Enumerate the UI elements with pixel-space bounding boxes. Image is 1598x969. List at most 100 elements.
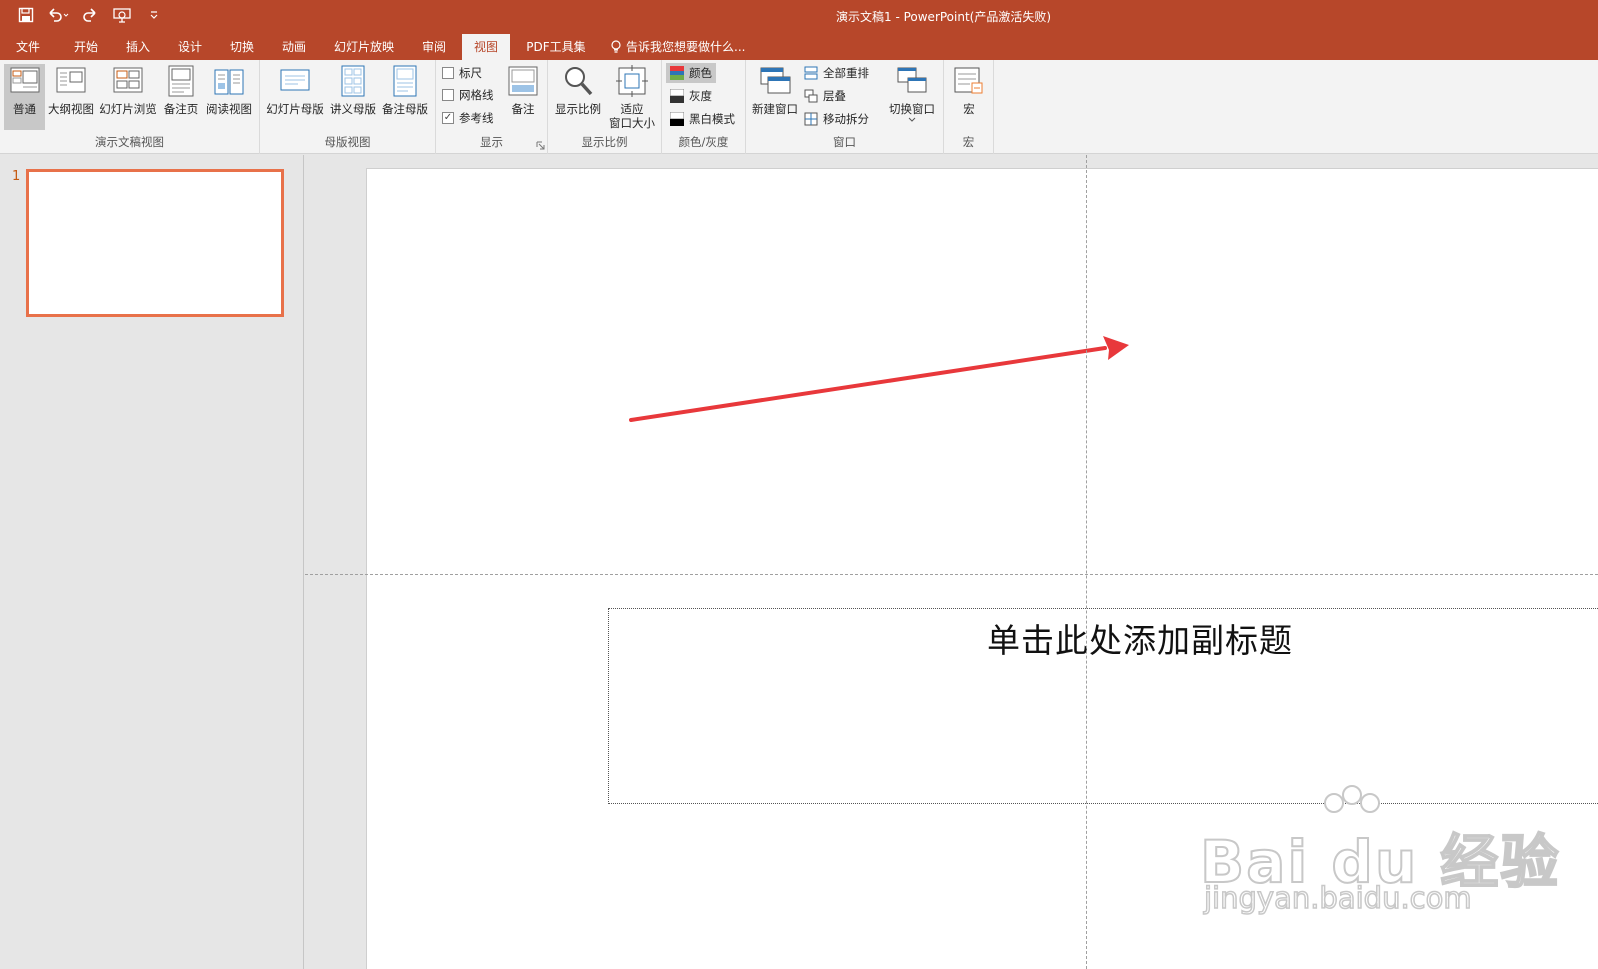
- notes-master-icon: [393, 65, 417, 97]
- move-split-icon: [804, 112, 818, 126]
- gridlines-check-box[interactable]: [442, 89, 454, 101]
- lightbulb-icon: [611, 40, 621, 53]
- fit-to-window-label-2: 窗口大小: [609, 116, 655, 130]
- normal-view-label: 普通: [13, 102, 36, 116]
- title-bar: 演示文稿1 - PowerPoint(产品激活失败): [0, 0, 1598, 32]
- notes-page-icon: [168, 65, 194, 97]
- handout-master-button[interactable]: 讲义母版: [328, 64, 378, 130]
- move-split-label: 移动拆分: [823, 112, 869, 126]
- slide-sorter-button[interactable]: 幻灯片浏览: [98, 64, 158, 130]
- switch-windows-label: 切换窗口: [889, 102, 935, 116]
- tab-pdf-tools[interactable]: PDF工具集: [520, 34, 592, 60]
- watermark-url: jingyan.baidu.com: [1203, 880, 1472, 916]
- ruler-label: 标尺: [459, 66, 482, 80]
- notes-page-button[interactable]: 备注页: [160, 64, 202, 130]
- color-label: 颜色: [689, 66, 712, 80]
- tab-animations[interactable]: 动画: [272, 34, 316, 60]
- horizontal-guide[interactable]: [305, 574, 1598, 575]
- group-label-show: 显示: [480, 135, 503, 149]
- tab-design[interactable]: 设计: [168, 34, 212, 60]
- zoom-button[interactable]: 显示比例: [552, 64, 604, 130]
- macros-label: 宏: [963, 102, 975, 116]
- group-window: 新建窗口 全部重排 层叠 移动拆分 切换窗口 窗口: [746, 60, 944, 154]
- customize-qat-icon[interactable]: [142, 4, 166, 26]
- subtitle-placeholder-text: 单击此处添加副标题: [987, 621, 1293, 660]
- color-swatch-icon: [670, 66, 684, 80]
- normal-view-button[interactable]: 普通: [4, 64, 45, 130]
- cascade-icon: [804, 89, 818, 103]
- arrange-all-label: 全部重排: [823, 66, 869, 80]
- tab-view[interactable]: 视图: [462, 34, 510, 60]
- notes-master-button[interactable]: 备注母版: [380, 64, 430, 130]
- guides-checkbox[interactable]: ✓ 参考线: [442, 108, 494, 128]
- slide-master-button[interactable]: 幻灯片母版: [264, 64, 326, 130]
- ribbon: 普通 大纲视图 幻灯片浏览 备注页 阅读视图 演示文稿视图 幻灯片母版 讲义母版: [0, 60, 1598, 154]
- gridlines-checkbox[interactable]: 网格线: [442, 85, 494, 105]
- outline-view-button[interactable]: 大纲视图: [47, 64, 95, 130]
- switch-windows-button[interactable]: 切换窗口: [886, 64, 938, 130]
- present-from-start-icon[interactable]: [110, 4, 134, 26]
- grayscale-button[interactable]: 灰度: [670, 86, 712, 106]
- macros-icon: [954, 67, 983, 94]
- black-white-button[interactable]: 黑白模式: [670, 109, 735, 129]
- window-title: 演示文稿1 - PowerPoint(产品激活失败): [836, 10, 1052, 24]
- slide-sorter-icon: [113, 67, 143, 93]
- handout-master-label: 讲义母版: [330, 102, 376, 116]
- group-master-views: 幻灯片母版 讲义母版 备注母版 母版视图: [260, 60, 436, 154]
- switch-windows-icon: [897, 67, 927, 93]
- group-presentation-views: 普通 大纲视图 幻灯片浏览 备注页 阅读视图 演示文稿视图: [0, 60, 260, 154]
- slide-thumbnail[interactable]: [26, 169, 284, 317]
- slide-thumbnail-pane: 1: [0, 155, 304, 969]
- macros-button[interactable]: 宏: [948, 64, 990, 130]
- cascade-button[interactable]: 层叠: [804, 86, 846, 106]
- chevron-down-icon: [908, 117, 916, 122]
- black-white-label: 黑白模式: [689, 112, 735, 126]
- zoom-label: 显示比例: [555, 102, 601, 116]
- notes-page-label: 备注页: [163, 102, 199, 116]
- undo-icon[interactable]: [46, 4, 70, 26]
- group-label-zoom: 显示比例: [581, 135, 628, 149]
- group-label-macros: 宏: [962, 135, 975, 149]
- group-color-grayscale: 颜色 灰度 黑白模式 颜色/灰度: [662, 60, 746, 154]
- fit-to-window-icon: [616, 65, 648, 97]
- slide-number: 1: [12, 169, 21, 184]
- handout-master-icon: [341, 65, 365, 97]
- arrange-all-button[interactable]: 全部重排: [804, 63, 869, 83]
- tell-me-box[interactable]: 告诉我您想要做什么...: [610, 34, 745, 60]
- save-icon[interactable]: [14, 4, 38, 26]
- red-arrow-shape[interactable]: [627, 334, 1147, 424]
- quick-access-toolbar: [14, 4, 166, 26]
- new-window-label: 新建窗口: [752, 102, 798, 116]
- tab-file[interactable]: 文件: [6, 34, 50, 60]
- fit-to-window-label-1: 适应: [620, 102, 644, 116]
- watermark: Bai du 经验 jingyan.baidu.com: [1199, 785, 1559, 925]
- new-window-button[interactable]: 新建窗口: [750, 64, 800, 130]
- tab-insert[interactable]: 插入: [116, 34, 160, 60]
- notes-master-label: 备注母版: [382, 102, 428, 116]
- ruler-check-box[interactable]: [442, 67, 454, 79]
- new-window-icon: [760, 67, 791, 94]
- redo-icon[interactable]: [78, 4, 102, 26]
- vertical-guide[interactable]: [1086, 155, 1087, 969]
- fit-to-window-button[interactable]: 适应 窗口大小: [606, 64, 658, 130]
- group-show: 标尺 网格线 ✓ 参考线 备注 显示: [436, 60, 548, 154]
- tab-transitions[interactable]: 切换: [220, 34, 264, 60]
- ribbon-tabs: 文件 开始 插入 设计 切换 动画 幻灯片放映 审阅 视图 PDF工具集 告诉我…: [0, 32, 1598, 60]
- move-split-button[interactable]: 移动拆分: [804, 109, 869, 129]
- guides-check-box[interactable]: ✓: [442, 112, 454, 124]
- group-label-presentation-views: 演示文稿视图: [95, 135, 164, 149]
- notes-button[interactable]: 备注: [504, 64, 542, 130]
- tab-home[interactable]: 开始: [64, 34, 108, 60]
- magnifier-icon: [565, 67, 593, 96]
- tell-me-text: 告诉我您想要做什么...: [626, 40, 746, 54]
- ruler-checkbox[interactable]: 标尺: [442, 63, 482, 83]
- tab-slideshow[interactable]: 幻灯片放映: [328, 34, 400, 60]
- guides-label: 参考线: [459, 111, 494, 125]
- group-label-window: 窗口: [833, 135, 856, 149]
- reading-view-button[interactable]: 阅读视图: [204, 64, 254, 130]
- tab-review[interactable]: 审阅: [412, 34, 456, 60]
- normal-view-icon: [10, 67, 39, 93]
- color-button[interactable]: 颜色: [666, 63, 716, 83]
- arrange-all-icon: [804, 66, 818, 80]
- grayscale-icon: [670, 89, 684, 103]
